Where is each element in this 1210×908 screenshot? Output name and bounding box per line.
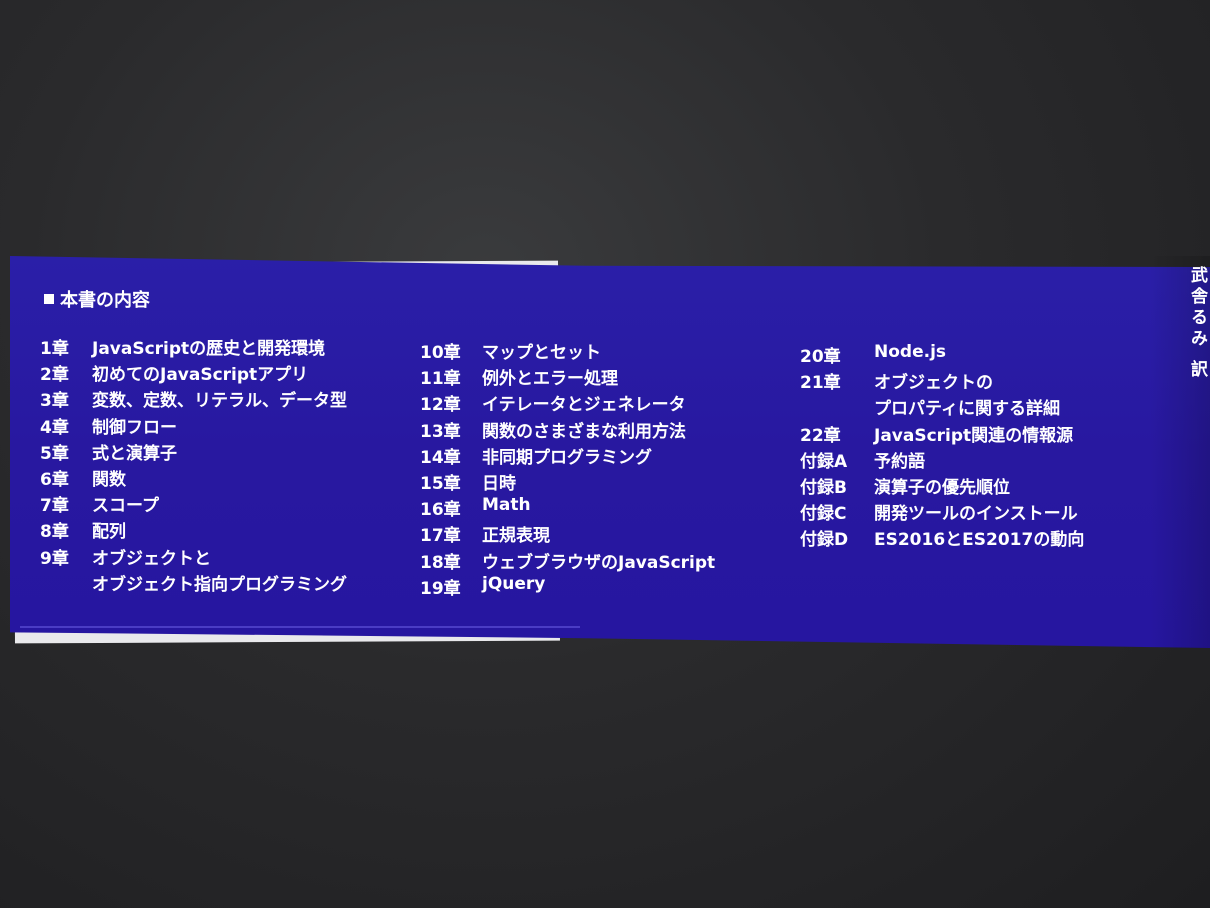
chapter-title: マップとセット — [482, 343, 601, 363]
chapter-title: 日時 — [482, 473, 516, 494]
appendix-title: ES2016とES2017の動向 — [874, 530, 1085, 551]
appendix-number: 付録D — [800, 530, 849, 551]
chapter-title: 正規表現 — [482, 526, 550, 547]
chapter-title: 式と演算子 — [92, 443, 177, 464]
chapter-number: 10章 — [420, 343, 461, 363]
chapter-title: 変数、定数、リテラル、データ型 — [92, 391, 347, 412]
appendix-number: 付録A — [800, 451, 848, 472]
chapter-number: 3章 — [40, 391, 69, 412]
chapter-number: 4章 — [40, 417, 69, 438]
chapter-number: 12章 — [420, 395, 461, 416]
chapter-title: jQuery — [482, 573, 546, 594]
band-fold-line — [20, 626, 580, 628]
chapter-title: ウェブブラウザのJavaScript — [482, 552, 716, 573]
contents-heading: 本書の内容 — [44, 286, 150, 312]
chapter-title: 関数 — [92, 469, 126, 490]
chapter-title: オブジェクトと — [92, 548, 211, 569]
chapter-number: 16章 — [420, 500, 461, 521]
appendix-title: 予約語 — [874, 451, 925, 472]
chapter-number: 8章 — [40, 522, 69, 543]
chapter-title: JavaScriptの歴史と開発環境 — [92, 339, 326, 359]
chapter-number: 18章 — [420, 552, 461, 573]
chapter-number: 21章 — [800, 373, 841, 394]
chapter-title: 制御フロー — [92, 417, 177, 438]
chapter-number: 17章 — [420, 526, 461, 547]
appendix-number: 付録C — [800, 504, 847, 525]
chapter-title: 関数のさまざまな利用方法 — [482, 421, 686, 442]
chapter-title: イテレータとジェネレータ — [482, 395, 686, 416]
chapter-title: スコープ — [92, 496, 159, 517]
appendix-title: 演算子の優先順位 — [874, 477, 1010, 498]
chapter-number: 1章 — [40, 339, 69, 359]
appendix-title: 開発ツールのインストール — [874, 504, 1078, 525]
chapter-title: Math — [482, 495, 531, 516]
chapter-title: プロパティに関する詳細 — [874, 399, 1060, 420]
chapter-title: 例外とエラー処理 — [482, 369, 618, 390]
chapter-number: 5章 — [40, 443, 69, 464]
chapter-number: 6章 — [40, 469, 69, 490]
contents-heading-text: 本書の内容 — [60, 290, 150, 311]
chapter-number: 7章 — [40, 496, 69, 517]
chapter-title: オブジェクトの — [874, 373, 993, 394]
chapter-number: 14章 — [420, 447, 461, 468]
chapter-number: 15章 — [420, 473, 461, 494]
chapter-title: 初めてのJavaScriptアプリ — [92, 365, 309, 386]
chapter-title: JavaScript関連の情報源 — [874, 425, 1074, 446]
appendix-number: 付録B — [800, 477, 847, 498]
chapter-number: 2章 — [40, 365, 69, 386]
chapter-number: 22章 — [800, 425, 841, 446]
chapter-title: Node.js — [874, 342, 947, 362]
chapter-number: 9章 — [40, 548, 69, 569]
chapter-title: 非同期プログラミング — [482, 447, 652, 468]
chapter-number: 20章 — [800, 347, 841, 367]
chapter-title: オブジェクト指向プログラミング — [92, 574, 347, 595]
chapter-number: 19章 — [420, 578, 461, 599]
chapter-title: 配列 — [92, 522, 126, 543]
chapter-number: 11章 — [420, 369, 461, 390]
chapter-number: 13章 — [420, 421, 461, 442]
square-bullet-icon — [44, 294, 54, 304]
spine-translator-text: 武舎るみ 訳 — [1187, 266, 1207, 381]
